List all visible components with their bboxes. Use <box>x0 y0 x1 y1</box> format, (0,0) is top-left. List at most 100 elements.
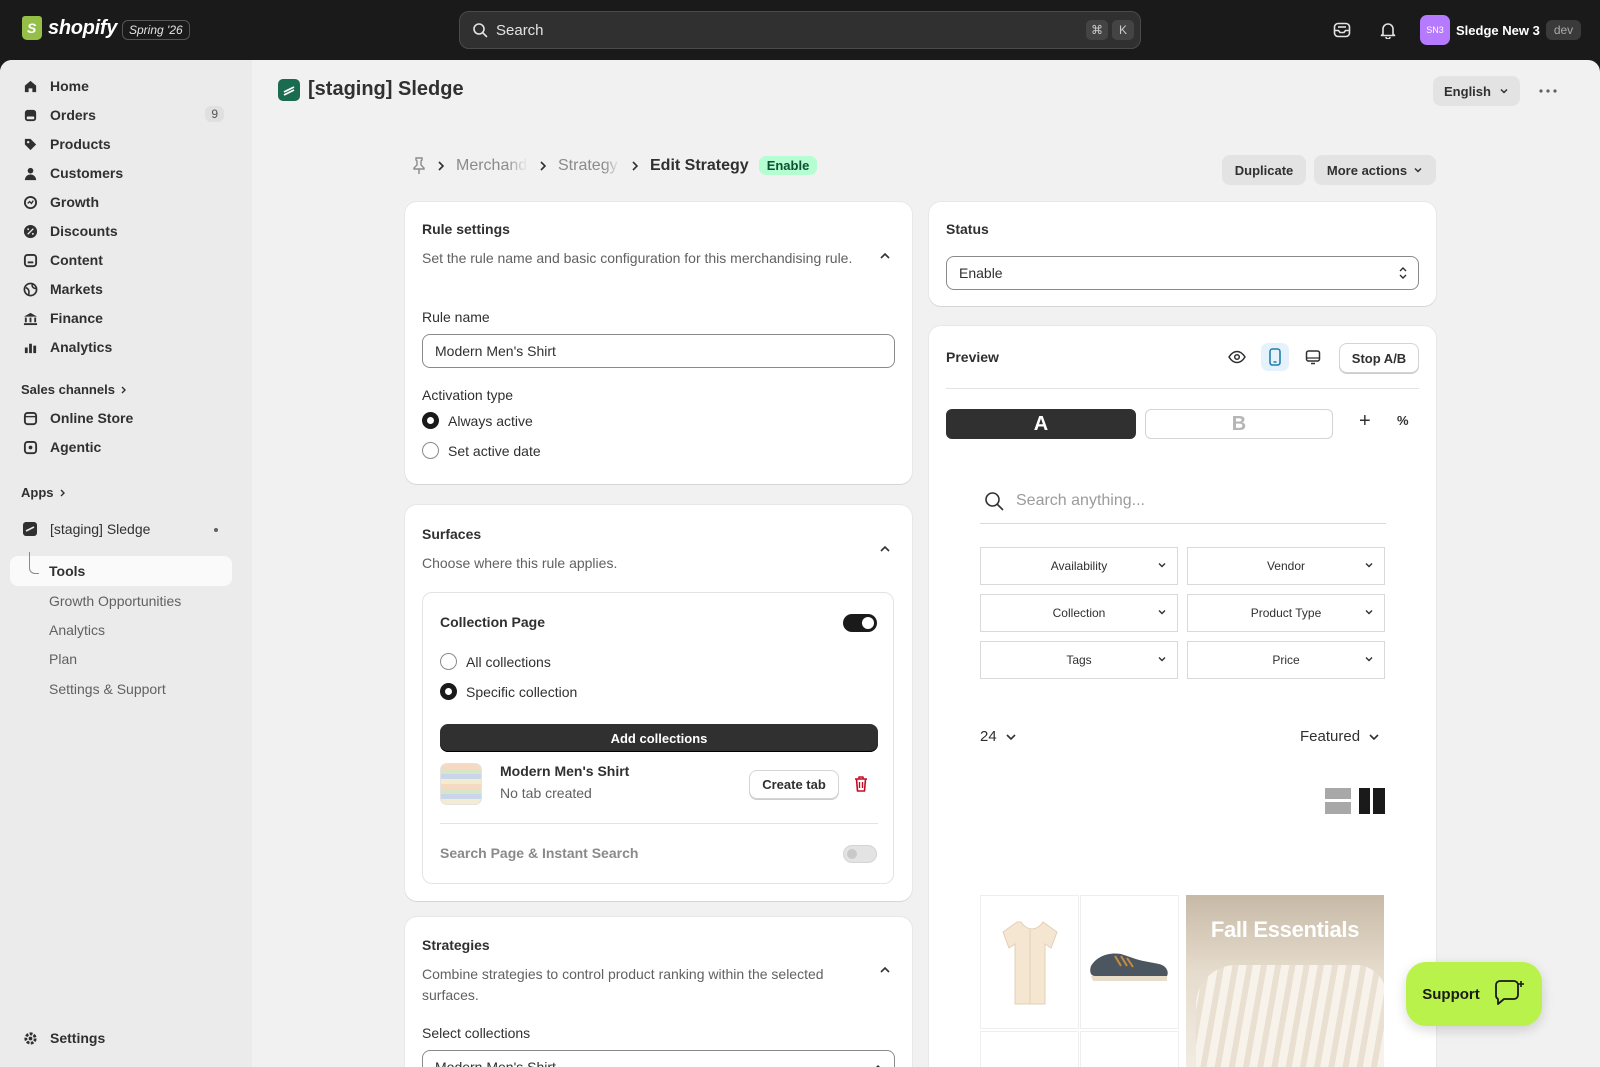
more-actions-button[interactable]: More actions <box>1314 155 1436 185</box>
filter-price[interactable]: Price <box>1187 641 1385 679</box>
product-tile[interactable] <box>980 1031 1079 1067</box>
sidebar-item-home[interactable]: Home <box>10 72 232 100</box>
filter-label: Availability <box>1050 559 1108 573</box>
sidebar-item-content[interactable]: Content <box>10 246 232 274</box>
page-size-select[interactable]: 24 <box>980 728 1017 745</box>
product-tile-sneakers[interactable] <box>1080 895 1179 1029</box>
collection-page-toggle[interactable] <box>843 614 877 632</box>
stop-ab-button[interactable]: Stop A/B <box>1339 343 1419 373</box>
variant-b-tab[interactable]: B <box>1145 409 1333 439</box>
content-icon <box>22 252 38 268</box>
person-icon <box>22 165 38 181</box>
radio-always-active[interactable]: Always active <box>422 412 533 429</box>
sidebar-item-app-sledge[interactable]: [staging] Sledge <box>10 515 232 543</box>
product-tile-shirt[interactable] <box>980 895 1079 1029</box>
fall-essentials-banner[interactable]: Fall Essentials <box>1186 895 1384 1067</box>
list-view-icon[interactable] <box>1325 788 1351 814</box>
sidebar-item-orders[interactable]: Orders 9 <box>10 101 232 129</box>
bell-icon[interactable] <box>1376 18 1400 42</box>
store-switcher[interactable]: SN3 Sledge New 3 dev <box>1420 15 1582 45</box>
chevron-right-icon <box>60 489 65 496</box>
desktop-view-icon[interactable] <box>1299 343 1327 371</box>
shirt-image <box>1001 921 1058 1005</box>
search-page-toggle[interactable] <box>843 845 877 863</box>
filter-availability[interactable]: Availability <box>980 547 1178 585</box>
sidebar-item-settings[interactable]: Settings <box>10 1024 232 1052</box>
rule-settings-description: Set the rule name and basic configuratio… <box>422 250 853 266</box>
eye-icon[interactable] <box>1223 343 1251 371</box>
top-bar: shopify Spring '26 Search ⌘ K SN3 Sledge… <box>0 0 1600 60</box>
sidebar-item-analytics[interactable]: Analytics <box>10 333 232 361</box>
sidebar-item-markets[interactable]: Markets <box>10 275 232 303</box>
product-tile[interactable] <box>1080 1031 1179 1067</box>
radio-label: All collections <box>466 653 551 670</box>
sidebar-item-label: Analytics <box>50 339 113 355</box>
sidebar-sub-plan[interactable]: Plan <box>49 651 77 667</box>
variant-a-tab[interactable]: A <box>946 409 1136 439</box>
sidebar-sub-analytics[interactable]: Analytics <box>49 622 105 638</box>
preview-search-bar[interactable]: Search anything... <box>980 478 1386 524</box>
search-icon <box>473 23 488 38</box>
create-tab-button[interactable]: Create tab <box>749 770 839 799</box>
collection-page-label: Collection Page <box>440 614 546 630</box>
tag-icon <box>22 136 38 152</box>
split-percent-button[interactable]: % <box>1397 413 1409 428</box>
more-options-button[interactable] <box>1534 78 1562 104</box>
sidebar-item-online-store[interactable]: Online Store <box>10 404 232 432</box>
language-select[interactable]: English <box>1433 76 1520 106</box>
sidebar-item-customers[interactable]: Customers <box>10 159 232 187</box>
filter-collection[interactable]: Collection <box>980 594 1178 632</box>
filter-product-type[interactable]: Product Type <box>1187 594 1385 632</box>
chevron-right-icon <box>632 160 639 171</box>
sort-select[interactable]: Featured <box>1300 728 1380 745</box>
breadcrumb-strategy[interactable]: Strategy <box>558 157 620 175</box>
breadcrumb-merchandising[interactable]: Merchandising <box>456 157 528 175</box>
add-collections-button[interactable]: Add collections <box>440 724 878 752</box>
sidebar-sub-growth-opportunities[interactable]: Growth Opportunities <box>49 593 181 609</box>
chevron-up-icon[interactable] <box>877 962 893 978</box>
rule-name-input[interactable]: Modern Men's Shirt <box>422 334 895 368</box>
chevron-down-icon <box>1414 167 1422 173</box>
collection-item-name: Modern Men's Shirt <box>500 763 630 779</box>
filter-tags[interactable]: Tags <box>980 641 1178 679</box>
inbox-icon[interactable] <box>1330 18 1354 42</box>
preview-search-placeholder: Search anything... <box>1016 491 1145 509</box>
sidebar-sub-tools[interactable]: Tools <box>49 563 85 579</box>
sidebar-item-growth[interactable]: Growth <box>10 188 232 216</box>
tree-connector <box>29 552 39 574</box>
select-collections-value: Modern Men's Shirt <box>435 1059 556 1067</box>
add-variant-button[interactable]: + <box>1359 410 1371 433</box>
sidebar-item-label: Discounts <box>50 223 118 239</box>
avatar: SN3 <box>1420 15 1450 45</box>
radio-set-active-date[interactable]: Set active date <box>422 442 541 459</box>
sales-channels-section[interactable]: Sales channels <box>21 382 129 397</box>
sidebar-sub-settings-support[interactable]: Settings & Support <box>49 681 166 697</box>
sidebar-item-discounts[interactable]: Discounts <box>10 217 232 245</box>
select-arrows-icon <box>1399 267 1407 279</box>
filter-vendor[interactable]: Vendor <box>1187 547 1385 585</box>
chevron-up-icon[interactable] <box>877 248 893 264</box>
status-select[interactable]: Enable <box>946 256 1419 290</box>
sidebar-item-agentic[interactable]: Agentic <box>10 433 232 461</box>
support-button[interactable]: Support <box>1406 962 1542 1026</box>
sidebar-item-products[interactable]: Products <box>10 130 232 158</box>
radio-specific-collection[interactable]: Specific collection <box>440 683 577 700</box>
duplicate-button[interactable]: Duplicate <box>1222 155 1306 185</box>
sidebar-item-finance[interactable]: Finance <box>10 304 232 332</box>
chevron-up-icon[interactable] <box>877 541 893 557</box>
mobile-view-icon[interactable] <box>1261 343 1289 371</box>
radio-all-collections[interactable]: All collections <box>440 653 551 670</box>
delete-icon[interactable] <box>853 775 869 793</box>
rule-settings-card: Rule settings Set the rule name and basi… <box>405 202 912 484</box>
pin-icon[interactable] <box>412 156 426 175</box>
global-search[interactable]: Search ⌘ K <box>459 11 1141 49</box>
select-collections-dropdown[interactable]: Modern Men's Shirt <box>422 1050 895 1067</box>
rule-settings-title: Rule settings <box>422 221 510 237</box>
sidebar-item-tools-selected[interactable] <box>10 556 232 586</box>
radio-selected-indicator <box>440 683 457 700</box>
apps-section[interactable]: Apps <box>21 485 68 500</box>
sidebar-item-label: Growth <box>50 194 99 210</box>
sidebar-item-label: [staging] Sledge <box>50 521 151 537</box>
shopify-logo[interactable]: shopify <box>22 16 117 40</box>
grid-view-icon[interactable] <box>1359 788 1385 814</box>
